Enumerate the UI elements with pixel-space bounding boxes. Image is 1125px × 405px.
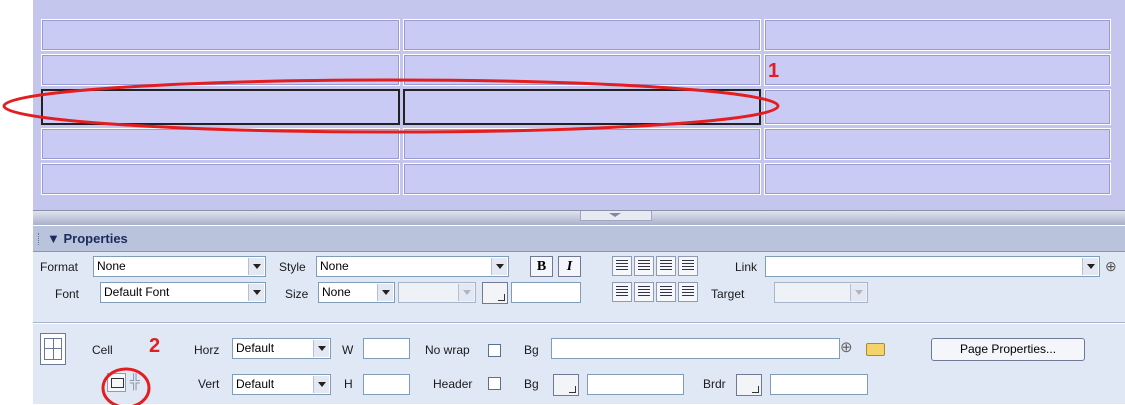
indent-icon[interactable] [678,282,698,302]
horz-value: Default [236,341,275,355]
bg-color-input[interactable] [587,374,684,395]
outdent-icon[interactable] [656,282,676,302]
link-label: Link [735,260,758,274]
bold-button[interactable]: B [530,256,553,277]
panel-splitter[interactable] [33,210,1125,225]
nowrap-checkbox[interactable] [488,344,501,357]
table-cell-icon [40,333,66,365]
text-color-input[interactable] [511,282,581,303]
table-cell[interactable] [403,19,761,52]
table-cell[interactable] [764,162,1111,195]
brdr-label: Brdr [703,377,726,391]
point-to-file-icon[interactable]: ⊕ [840,338,853,356]
properties-header[interactable]: ▼ Properties [33,225,1125,252]
annotation-marker-1: 1 [768,60,780,82]
collapse-handle[interactable] [580,211,652,221]
vert-label: Vert [198,377,220,391]
format-label: Format [40,260,79,274]
table-cell[interactable] [41,162,400,195]
justify-icon[interactable] [678,256,698,276]
point-to-file-icon[interactable]: ⊕ [1105,258,1117,275]
w-label: W [342,343,354,357]
align-right-icon[interactable] [656,256,676,276]
bg-image-input[interactable] [551,338,840,359]
font-value: Default Font [104,285,170,299]
style-value: None [320,259,349,273]
chevron-down-icon [458,284,474,301]
properties-title: Properties [63,231,128,246]
page-properties-button[interactable]: Page Properties... [931,338,1085,361]
chevron-down-icon [377,284,393,301]
annotation-circle [101,367,151,405]
chevron-down-icon [313,340,329,357]
size-unit-select [398,282,476,303]
panel-divider [33,322,1125,324]
align-left-icon[interactable] [612,256,632,276]
vert-value: Default [236,377,275,391]
unordered-list-icon[interactable] [612,282,632,302]
horz-select[interactable]: Default [232,338,331,359]
drag-grip-icon[interactable] [38,233,42,245]
chevron-down-icon [1082,258,1098,275]
annotation-marker-2: 2 [149,335,161,357]
h-label: H [344,377,353,391]
vert-select[interactable]: Default [232,374,331,395]
align-center-icon[interactable] [634,256,654,276]
chevron-down-icon [491,258,507,275]
italic-button[interactable]: I [558,256,581,277]
target-select [774,282,868,303]
properties-panel: Format None Style None B I Link ⊕ Font D… [33,252,1125,405]
header-label: Header [433,377,473,391]
header-checkbox[interactable] [488,377,501,390]
table-cell[interactable] [403,162,761,195]
size-value: None [322,285,351,299]
style-select[interactable]: None [316,256,509,277]
horz-label: Horz [194,343,220,357]
table-cell[interactable] [764,127,1111,160]
height-input[interactable] [363,374,410,395]
font-select[interactable]: Default Font [100,282,266,303]
target-label: Target [711,287,745,301]
format-select[interactable]: None [93,256,266,277]
border-color-picker[interactable] [736,374,762,396]
format-value: None [97,259,126,273]
nowrap-label: No wrap [425,343,470,357]
folder-icon[interactable] [866,343,885,356]
table-cell[interactable] [764,19,1111,52]
chevron-down-icon [313,376,329,393]
bg-color-picker[interactable] [553,374,579,396]
bg-color-label: Bg [524,377,539,391]
ordered-list-icon[interactable] [634,282,654,302]
bg-label: Bg [524,343,539,357]
size-select[interactable]: None [318,282,395,303]
cell-label: Cell [92,343,113,357]
style-label: Style [279,260,306,274]
link-input[interactable] [765,256,1100,277]
table-cell[interactable] [764,89,1111,125]
border-color-input[interactable] [770,374,868,395]
size-label: Size [285,287,309,301]
chevron-down-icon [248,284,264,301]
expand-arrow-icon: ▼ [47,231,64,246]
font-label: Font [55,287,80,301]
text-color-picker[interactable] [482,282,508,304]
width-input[interactable] [363,338,410,359]
chevron-down-icon [248,258,264,275]
table-cell[interactable] [41,19,400,52]
chevron-down-icon [850,284,866,301]
table-cell[interactable] [764,54,1111,87]
annotation-ellipse [2,78,780,134]
